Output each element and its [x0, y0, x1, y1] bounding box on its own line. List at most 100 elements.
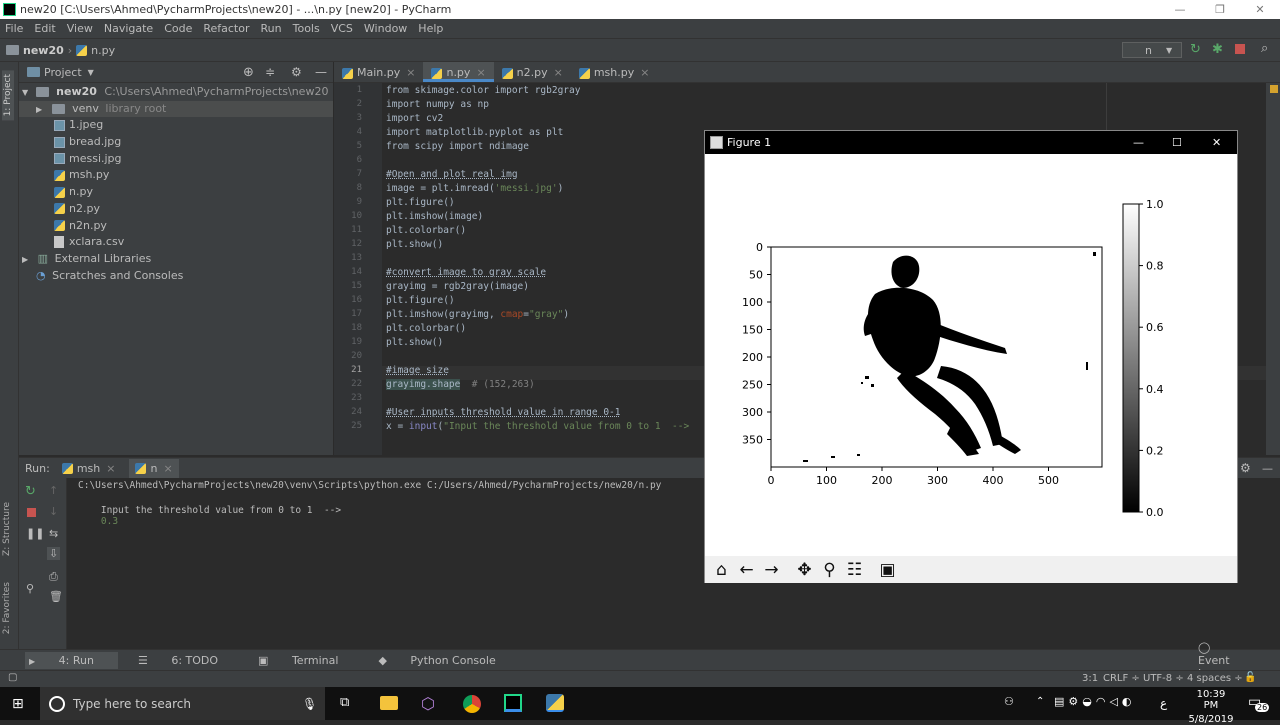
collapse-icon[interactable]: ≑ — [265, 65, 275, 79]
tree-file[interactable]: n.py — [19, 184, 333, 201]
print-icon[interactable]: ⎙ — [49, 570, 58, 584]
debug-icon[interactable]: ✱ — [1212, 42, 1223, 57]
scroll-to-end-icon[interactable]: ⇩ — [47, 547, 61, 560]
run-tab-msh[interactable]: msh — [77, 462, 100, 475]
tool-tab-python-console[interactable]: ◆ Python Console — [378, 654, 515, 667]
line-separator[interactable]: CRLF ÷ — [1103, 673, 1140, 684]
structure-tool-button[interactable]: Z: Structure — [2, 502, 12, 556]
soft-wrap-icon[interactable]: ⇆ — [49, 527, 58, 540]
lock-icon[interactable]: 🔓 — [1244, 672, 1256, 683]
close-button[interactable]: ✕ — [1240, 0, 1280, 19]
layout-icon[interactable]: ▢ — [8, 672, 17, 683]
menu-help[interactable]: Help — [418, 22, 443, 35]
language-indicator[interactable]: ع — [1160, 696, 1167, 710]
taskview-icon[interactable]: ⧉ — [340, 695, 349, 710]
breadcrumb-file[interactable]: n.py — [91, 44, 115, 57]
tab-n-py[interactable]: n.py × — [423, 62, 494, 82]
menu-edit[interactable]: Edit — [34, 22, 55, 35]
menu-navigate[interactable]: Navigate — [104, 22, 153, 35]
menu-refactor[interactable]: Refactor — [203, 22, 249, 35]
favorites-tool-button[interactable]: 2: Favorites — [2, 582, 12, 634]
run-tab-n[interactable]: n × — [129, 458, 179, 478]
save-icon[interactable]: ▣ — [875, 560, 900, 580]
run-config-select[interactable]: n ▼ — [1122, 42, 1182, 58]
app-icon[interactable]: ⬡ — [421, 694, 435, 713]
tool-tab-todo[interactable]: ☰ 6: TODO — [138, 654, 238, 667]
tree-file[interactable]: n2.py — [19, 201, 333, 218]
pan-icon[interactable]: ✥ — [792, 560, 817, 580]
caret-position[interactable]: 3:1 — [1082, 673, 1098, 684]
menu-window[interactable]: Window — [364, 22, 407, 35]
figure-maximize-button[interactable]: ☐ — [1172, 136, 1182, 149]
figure-close-button[interactable]: ✕ — [1212, 136, 1221, 149]
people-icon[interactable]: ⚇ — [1004, 695, 1014, 708]
microphone-icon[interactable]: 🎙 — [302, 697, 317, 711]
hide-icon[interactable]: — — [315, 65, 327, 79]
forward-arrow-icon[interactable]: → — [759, 560, 784, 580]
maximize-button[interactable]: ❐ — [1200, 0, 1240, 19]
tab-n2-py[interactable]: n2.py × — [494, 62, 571, 82]
python-taskbar-icon[interactable] — [546, 694, 564, 712]
trash-icon[interactable]: 🗑 — [49, 590, 63, 603]
search-icon[interactable]: ⌕ — [1261, 41, 1268, 56]
taskbar-search[interactable]: Type here to search 🎙 — [40, 687, 325, 720]
menu-tools[interactable]: Tools — [293, 22, 320, 35]
windows-start-icon[interactable]: ⊞ — [12, 696, 24, 712]
tree-file[interactable]: msh.py — [19, 167, 333, 184]
stop-icon[interactable] — [27, 508, 36, 517]
tree-file[interactable]: bread.jpg — [19, 134, 333, 151]
hide-icon[interactable]: — — [1262, 462, 1273, 475]
tray-icons[interactable]: ▤⚙◒◠◁◐ — [1054, 695, 1136, 708]
figure-minimize-button[interactable]: — — [1133, 136, 1144, 149]
pin-icon[interactable]: ⚲ — [26, 582, 34, 595]
close-icon[interactable]: × — [476, 66, 485, 79]
pause-icon[interactable]: ❚❚ — [26, 527, 44, 540]
menu-code[interactable]: Code — [164, 22, 192, 35]
rerun-icon[interactable]: ↻ — [1190, 42, 1201, 57]
up-arrow-icon[interactable]: ↑ — [49, 484, 58, 497]
tree-file[interactable]: n2n.py — [19, 218, 333, 235]
locate-icon[interactable]: ⊕ — [243, 65, 254, 80]
zoom-icon[interactable]: ⚲ — [817, 560, 842, 580]
tree-file[interactable]: xclara.csv — [19, 234, 333, 251]
file-explorer-icon[interactable] — [380, 696, 398, 710]
tray-chevron-up-icon[interactable]: ⌃ — [1036, 696, 1044, 707]
close-icon[interactable]: × — [406, 66, 415, 79]
stop-icon[interactable] — [1235, 44, 1245, 54]
tree-external-libraries[interactable]: ▶ ▥ External Libraries — [19, 251, 333, 268]
close-icon[interactable]: × — [106, 462, 115, 475]
rerun-icon[interactable]: ↻ — [25, 484, 36, 499]
menu-vcs[interactable]: VCS — [331, 22, 353, 35]
close-icon[interactable]: × — [163, 462, 172, 475]
tool-tab-terminal[interactable]: ▣ Terminal — [258, 654, 358, 667]
tab-main-py[interactable]: Main.py × — [334, 62, 423, 82]
figure-canvas[interactable]: 0 100 200 300 400 500 0 50 100 150 200 2… — [705, 154, 1237, 556]
close-icon[interactable]: × — [554, 66, 563, 79]
project-tool-button[interactable]: 1: Project — [2, 70, 14, 121]
menu-view[interactable]: View — [67, 22, 93, 35]
down-arrow-icon[interactable]: ↓ — [49, 505, 58, 518]
tree-file[interactable]: 1.jpeg — [19, 117, 333, 134]
menu-run[interactable]: Run — [261, 22, 282, 35]
tool-tab-run[interactable]: ▶ 4: Run — [25, 651, 118, 669]
gear-icon[interactable]: ⚙ — [1240, 461, 1251, 475]
file-encoding[interactable]: UTF-8 ÷ — [1143, 673, 1184, 684]
editor-scroll-markers[interactable] — [1266, 83, 1280, 455]
configure-subplots-icon[interactable]: ☷ — [842, 560, 867, 580]
project-view-label[interactable]: Project — [44, 66, 82, 79]
pycharm-taskbar-icon[interactable] — [504, 694, 522, 712]
close-icon[interactable]: × — [640, 66, 649, 79]
back-arrow-icon[interactable]: ← — [734, 560, 759, 580]
tab-msh-py[interactable]: msh.py × — [571, 62, 658, 82]
indent-setting[interactable]: 4 spaces ÷ — [1187, 673, 1243, 684]
minimize-button[interactable]: — — [1160, 0, 1200, 19]
breadcrumb-project[interactable]: new20 — [23, 44, 64, 57]
tree-scratches[interactable]: ◔ Scratches and Consoles — [19, 268, 333, 285]
tree-file[interactable]: messi.jpg — [19, 151, 333, 168]
home-icon[interactable]: ⌂ — [709, 560, 734, 580]
gear-icon[interactable]: ⚙ — [291, 65, 302, 79]
tree-venv[interactable]: ▶ venv library root — [19, 100, 333, 118]
chrome-icon[interactable] — [463, 695, 481, 713]
tree-root[interactable]: ▼ new20 C:\Users\Ahmed\PycharmProjects\n… — [19, 84, 333, 101]
console-input[interactable]: 0.3 — [101, 516, 118, 527]
